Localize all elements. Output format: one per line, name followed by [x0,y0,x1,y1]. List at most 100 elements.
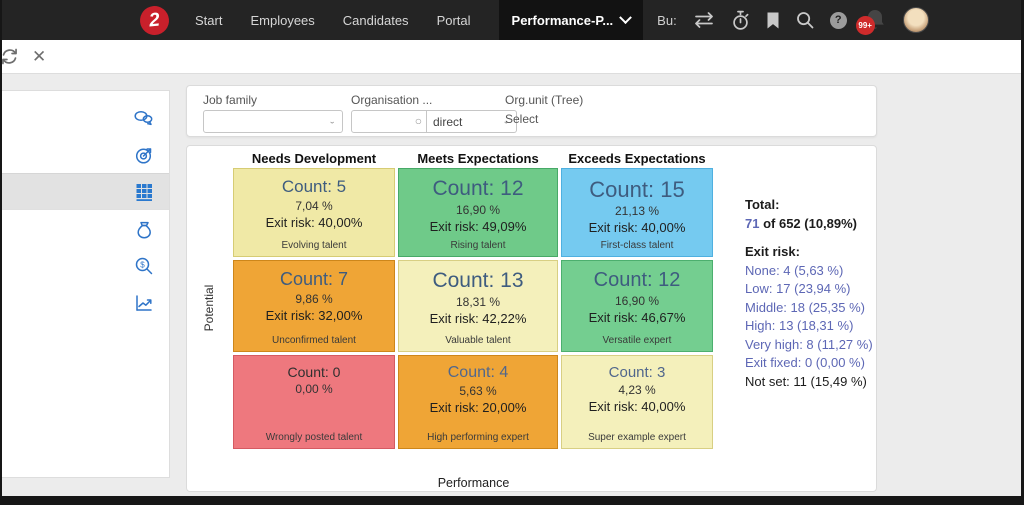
page-toolbar: ✕ [0,40,1024,74]
matrix-cell-evolving-talent[interactable]: Count: 5 7,04 % Exit risk: 40,00% Evolvi… [233,168,395,257]
moneybag-icon [135,219,154,239]
nav-item-start[interactable]: Start [195,13,222,28]
column-header: Exceeds Expectations [561,151,713,166]
help-icon[interactable]: ? [830,12,847,29]
sidebar-item-compensation[interactable] [2,210,169,247]
cell-percentage: 16,90 % [562,294,712,308]
exit-risk-link-very-high[interactable]: Very high: 8 (11,27 %) [745,336,877,355]
total-label: Total: [745,196,877,215]
total-count-link[interactable]: 71 [745,216,759,231]
sidebar-item-nine-box-matrix[interactable] [2,173,169,210]
cell-percentage: 16,90 % [399,203,557,217]
bookmark-icon[interactable] [766,12,780,29]
svg-text:$: $ [140,260,145,269]
sidebar-item-goals[interactable] [2,136,169,173]
cell-count: Count: 12 [399,177,557,201]
matrix-cell-first-class-talent[interactable]: Count: 15 21,13 % Exit risk: 40,00% Firs… [561,168,713,257]
window-border-left [0,0,2,505]
cell-talent-name: Super example expert [562,432,712,443]
filter-orgunit-tree: Org.unit (Tree) Select [505,93,583,126]
nine-box-matrix: Count: 5 7,04 % Exit risk: 40,00% Evolvi… [233,168,713,449]
organisation-input[interactable]: ○ [351,110,427,133]
module-sidebar: $ [2,90,170,478]
cell-percentage: 5,63 % [399,384,557,398]
cell-talent-name: Rising talent [399,240,557,251]
topnav-icon-group: ? 99+ [693,7,929,33]
chevron-down-icon: ⌄ [328,117,336,126]
exit-risk-link-high[interactable]: High: 13 (18,31 %) [745,317,877,336]
user-avatar[interactable] [903,7,929,33]
matrix-cell-high-performing-expert[interactable]: Count: 4 5,63 % Exit risk: 20,00% High p… [398,355,558,449]
cell-count: Count: 0 [234,364,394,380]
app-window: 2 Start Employees Candidates Portal Perf… [0,0,1024,505]
orgunit-select-link[interactable]: Select [505,112,583,126]
target-icon [134,145,154,165]
notification-badge: 99+ [856,16,875,35]
content-area: $ Job family ⌄ [0,75,1024,496]
cell-percentage: 9,86 % [234,292,394,306]
organisation-label: Organisation ... [351,93,517,107]
cell-talent-name: Valuable talent [399,335,557,346]
refresh-icon[interactable] [0,47,19,66]
exit-risk-link-low[interactable]: Low: 17 (23,94 %) [745,280,877,299]
cell-count: Count: 13 [399,269,557,293]
active-tab-label: Performance-P... [512,13,614,28]
nav-item-employees[interactable]: Employees [250,13,314,28]
x-axis-label: Performance [233,476,714,490]
cell-exit-risk: Exit risk: 46,67% [562,310,712,325]
exit-risk-not-set: Not set: 11 (15,49 %) [745,373,877,392]
cell-talent-name: First-class talent [562,240,712,251]
matrix-cell-rising-talent[interactable]: Count: 12 16,90 % Exit risk: 49,09% Risi… [398,168,558,257]
cell-exit-risk: Exit risk: 32,00% [234,308,394,323]
nav-item-candidates[interactable]: Candidates [343,13,409,28]
matrix-cell-versatile-expert[interactable]: Count: 12 16,90 % Exit risk: 46,67% Vers… [561,260,713,352]
matrix-column-headers: Needs Development Meets Expectations Exc… [233,151,713,166]
sidebar-item-messages[interactable] [2,99,169,136]
cell-percentage: 21,13 % [562,204,712,218]
sidebar-item-salary-search[interactable]: $ [2,247,169,284]
cell-exit-risk: Exit risk: 20,00% [399,400,557,415]
nav-item-performance-active[interactable]: Performance-P... [499,0,644,40]
exit-risk-link-middle[interactable]: Middle: 18 (25,35 %) [745,299,877,318]
cell-talent-name: Evolving talent [234,240,394,251]
cell-exit-risk: Exit risk: 40,00% [562,220,712,235]
nav-item-portal[interactable]: Portal [437,13,471,28]
filter-organisation: Organisation ... ○ direct ⌄ [351,93,517,133]
cell-percentage: 7,04 % [234,199,394,213]
cell-count: Count: 5 [234,177,394,197]
chat-icon [133,109,154,127]
filter-panel: Job family ⌄ Organisation ... ○ direct ⌄ [186,85,877,137]
exit-risk-label: Exit risk: [745,243,877,262]
sidebar-item-trends[interactable] [2,284,169,321]
cell-exit-risk: Exit risk: 42,22% [399,311,557,326]
organisation-mode-value: direct [433,115,462,129]
matrix-cell-valuable-talent[interactable]: Count: 13 18,31 % Exit risk: 42,22% Valu… [398,260,558,352]
organisation-mode-select[interactable]: direct ⌄ [427,110,517,133]
y-axis-label: Potential [202,285,216,332]
cell-talent-name: Unconfirmed talent [234,335,394,346]
trend-chart-icon [134,293,154,313]
stopwatch-icon[interactable] [731,10,750,31]
nav-item-truncated[interactable]: Bu: [657,13,677,28]
orgunit-label: Org.unit (Tree) [505,93,583,107]
job-family-select[interactable]: ⌄ [203,110,343,133]
matrix-cell-super-example-expert[interactable]: Count: 3 4,23 % Exit risk: 40,00% Super … [561,355,713,449]
swap-icon[interactable] [693,12,715,28]
brand-logo-icon[interactable]: 2 [139,4,171,36]
exit-risk-link-exit-fixed[interactable]: Exit fixed: 0 (0,00 %) [745,354,877,373]
matrix-cell-unconfirmed-talent[interactable]: Count: 7 9,86 % Exit risk: 32,00% Unconf… [233,260,395,352]
cell-exit-risk: Exit risk: 40,00% [562,399,712,414]
search-icon[interactable] [796,11,814,29]
cell-percentage: 18,31 % [399,295,557,309]
cell-count: Count: 7 [234,269,394,290]
close-icon[interactable]: ✕ [32,48,46,65]
org-lookup-icon: ○ [415,114,422,128]
top-navigation-bar: 2 Start Employees Candidates Portal Perf… [0,0,1024,40]
cell-exit-risk: Exit risk: 40,00% [234,215,394,230]
matrix-cell-wrongly-posted-talent[interactable]: Count: 0 0,00 % Wrongly posted talent [233,355,395,449]
chevron-down-icon [619,11,632,24]
grid-icon [134,182,154,202]
exit-risk-link-none[interactable]: None: 4 (5,63 %) [745,262,877,281]
notifications-icon[interactable]: 99+ [863,8,887,32]
cell-talent-name: High performing expert [399,432,557,443]
